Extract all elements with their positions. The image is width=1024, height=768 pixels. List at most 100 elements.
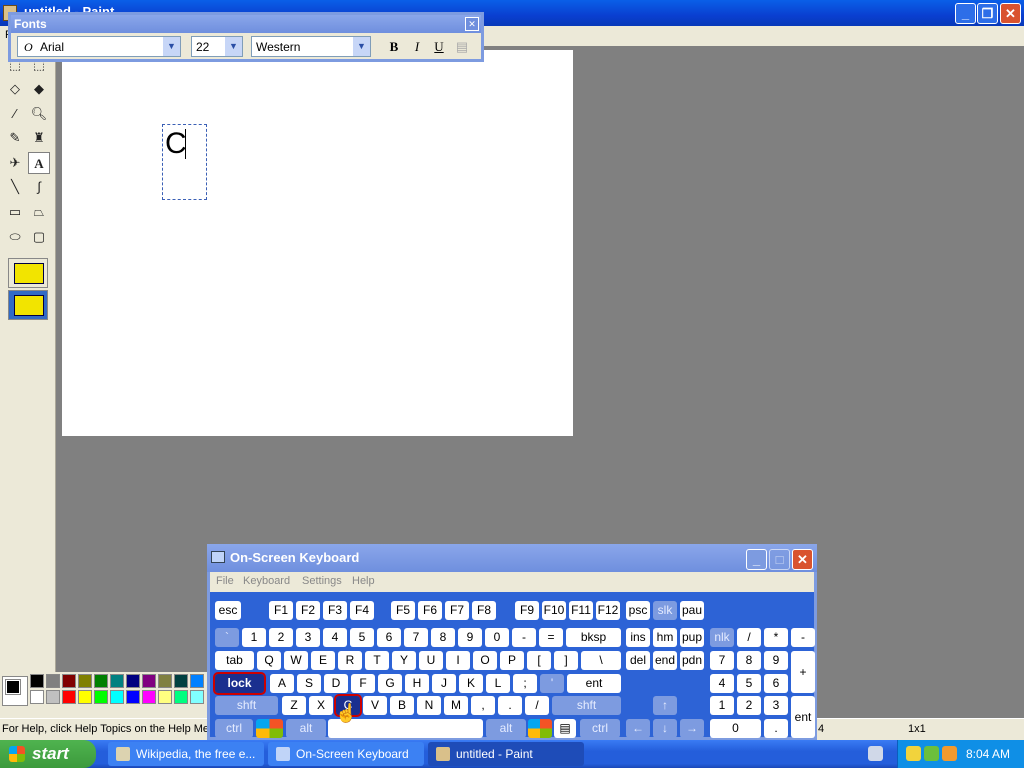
font-size-select[interactable]: 22 ▼ bbox=[191, 36, 243, 57]
color-swatch[interactable] bbox=[62, 674, 76, 688]
key-comma[interactable]: , bbox=[471, 696, 495, 715]
windows-key-right[interactable] bbox=[528, 719, 552, 738]
chevron-down-icon[interactable]: ▼ bbox=[353, 37, 370, 56]
key-pdn[interactable]: pdn bbox=[680, 651, 704, 670]
key-lock[interactable]: lock bbox=[213, 672, 266, 695]
key-m[interactable]: M bbox=[444, 696, 468, 715]
key-down[interactable]: ↓ bbox=[653, 719, 677, 738]
key-right[interactable]: → bbox=[680, 719, 704, 738]
key-ins[interactable]: ins bbox=[626, 628, 650, 647]
key-f2[interactable]: F2 bbox=[296, 601, 320, 620]
task-paint[interactable]: untitled - Paint bbox=[428, 742, 584, 766]
text-tool-icon[interactable]: A bbox=[28, 152, 50, 174]
color-swatch[interactable] bbox=[62, 690, 76, 704]
key-pup[interactable]: pup bbox=[680, 628, 704, 647]
key-n1[interactable]: 1 bbox=[242, 628, 266, 647]
key-equals[interactable]: = bbox=[539, 628, 563, 647]
key-np3[interactable]: 3 bbox=[764, 696, 788, 715]
line-icon[interactable]: ╲ bbox=[4, 176, 26, 198]
key-g[interactable]: G bbox=[378, 674, 402, 693]
osk-minimize-button[interactable]: _ bbox=[746, 549, 767, 570]
key-t[interactable]: T bbox=[365, 651, 389, 670]
start-button[interactable]: start bbox=[0, 740, 96, 768]
color-swatch[interactable] bbox=[30, 690, 44, 704]
key-shft-l[interactable]: shft bbox=[215, 696, 278, 715]
key-pau[interactable]: pau bbox=[680, 601, 704, 620]
color-swatch[interactable] bbox=[78, 690, 92, 704]
key-lbr[interactable]: [ bbox=[527, 651, 551, 670]
curve-icon[interactable]: ∫ bbox=[28, 176, 50, 198]
key-np5[interactable]: 5 bbox=[737, 674, 761, 693]
key-i[interactable]: I bbox=[446, 651, 470, 670]
key-semi[interactable]: ; bbox=[513, 674, 537, 693]
key-k[interactable]: K bbox=[459, 674, 483, 693]
key-f1[interactable]: F1 bbox=[269, 601, 293, 620]
chevron-down-icon[interactable]: ▼ bbox=[225, 37, 242, 56]
key-np8[interactable]: 8 bbox=[737, 651, 761, 670]
key-np7[interactable]: 7 bbox=[710, 651, 734, 670]
minimize-button[interactable]: _ bbox=[955, 3, 976, 24]
key-f4[interactable]: F4 bbox=[350, 601, 374, 620]
key-end[interactable]: end bbox=[653, 651, 677, 670]
key-f9[interactable]: F9 bbox=[515, 601, 539, 620]
key-f11[interactable]: F11 bbox=[569, 601, 593, 620]
key-nlk[interactable]: nlk bbox=[710, 628, 734, 647]
ellipse-icon[interactable]: ⬭ bbox=[4, 226, 26, 248]
eraser-icon[interactable]: ◇ bbox=[4, 78, 26, 100]
rounded-rect-icon[interactable]: ▢ bbox=[28, 226, 50, 248]
color-swatch[interactable] bbox=[190, 674, 204, 688]
key-hm[interactable]: hm bbox=[653, 628, 677, 647]
font-name-select[interactable]: Arial O ▼ bbox=[17, 36, 181, 57]
fill-bucket-icon[interactable]: ◆ bbox=[28, 78, 50, 100]
color-swatch[interactable] bbox=[30, 674, 44, 688]
key-alt-l[interactable]: alt bbox=[286, 719, 326, 738]
key-np-ent[interactable]: ent bbox=[791, 696, 815, 738]
key-f5[interactable]: F5 bbox=[391, 601, 415, 620]
key-s[interactable]: S bbox=[297, 674, 321, 693]
menu-key[interactable]: ▤ bbox=[554, 719, 576, 738]
key-v[interactable]: V bbox=[363, 696, 387, 715]
key-u[interactable]: U bbox=[419, 651, 443, 670]
key-f[interactable]: F bbox=[351, 674, 375, 693]
key-bslash[interactable]: \ bbox=[581, 651, 621, 670]
key-np-slash[interactable]: / bbox=[737, 628, 761, 647]
keyboard-layout-icon[interactable] bbox=[868, 746, 883, 761]
key-n2[interactable]: 2 bbox=[269, 628, 293, 647]
key-b[interactable]: B bbox=[390, 696, 414, 715]
color-swatch[interactable] bbox=[46, 690, 60, 704]
key-slk[interactable]: slk bbox=[653, 601, 677, 620]
key-slash[interactable]: / bbox=[525, 696, 549, 715]
key-f6[interactable]: F6 bbox=[418, 601, 442, 620]
key-f8[interactable]: F8 bbox=[472, 601, 496, 620]
brush-icon[interactable]: ♜ bbox=[28, 127, 50, 149]
italic-button[interactable]: I bbox=[407, 38, 427, 56]
fonts-close-button[interactable]: ✕ bbox=[465, 17, 479, 31]
osk-maximize-button[interactable]: □ bbox=[769, 549, 790, 570]
key-l[interactable]: L bbox=[486, 674, 510, 693]
close-button[interactable]: ✕ bbox=[1000, 3, 1021, 24]
key-n4[interactable]: 4 bbox=[323, 628, 347, 647]
key-n9[interactable]: 9 bbox=[458, 628, 482, 647]
color-swatch[interactable] bbox=[94, 690, 108, 704]
windows-key-left[interactable] bbox=[256, 719, 283, 738]
key-backtick[interactable]: ` bbox=[215, 628, 239, 647]
color-swatch[interactable] bbox=[142, 690, 156, 704]
key-e[interactable]: E bbox=[311, 651, 335, 670]
color-swatch[interactable] bbox=[94, 674, 108, 688]
key-o[interactable]: O bbox=[473, 651, 497, 670]
key-n5[interactable]: 5 bbox=[350, 628, 374, 647]
key-psc[interactable]: psc bbox=[626, 601, 650, 620]
underline-button[interactable]: U bbox=[429, 38, 449, 56]
key-f10[interactable]: F10 bbox=[542, 601, 566, 620]
pencil-icon[interactable]: ✎ bbox=[4, 127, 26, 149]
color-swatch[interactable] bbox=[190, 690, 204, 704]
key-ent[interactable]: ent bbox=[567, 674, 621, 693]
color-swatch[interactable] bbox=[46, 674, 60, 688]
vertical-text-icon[interactable]: ▤ bbox=[452, 38, 472, 56]
key-x[interactable]: X bbox=[309, 696, 333, 715]
key-f7[interactable]: F7 bbox=[445, 601, 469, 620]
opaque-option-icon[interactable] bbox=[8, 258, 48, 288]
key-minus[interactable]: - bbox=[512, 628, 536, 647]
key-np-dot[interactable]: . bbox=[764, 719, 788, 738]
color-swatch[interactable] bbox=[174, 674, 188, 688]
